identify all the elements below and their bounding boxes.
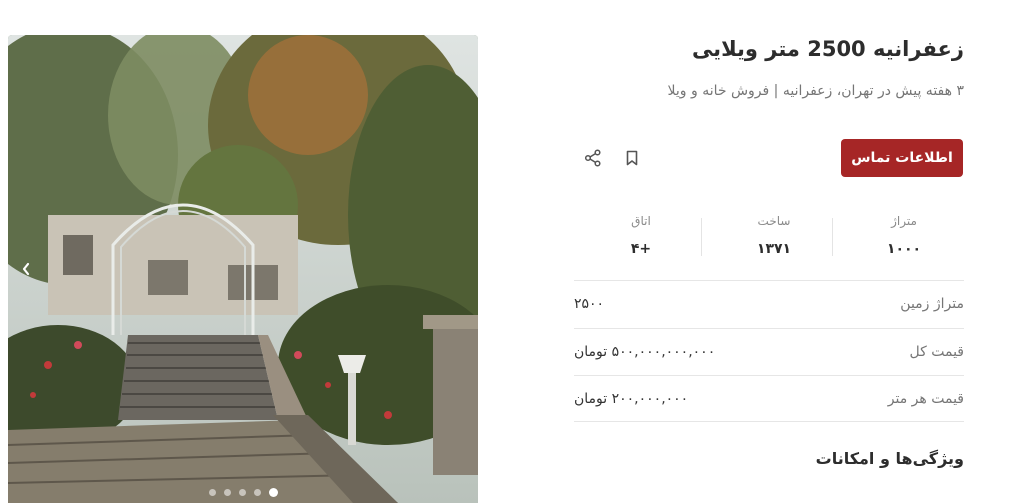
listing-stats: متراژ ۱۰۰۰ ساخت ۱۳۷۱ اتاق +۴ bbox=[574, 212, 964, 262]
contact-info-button[interactable]: اطلاعات تماس bbox=[841, 139, 963, 177]
detail-value: ۲۰۰,۰۰۰,۰۰۰ تومان bbox=[574, 390, 689, 407]
photo-gallery[interactable] bbox=[8, 35, 478, 503]
listing-page: زعفرانیه 2500 متر ویلایی ۳ هفته پیش در ت… bbox=[0, 0, 1024, 503]
detail-label: متراژ زمین bbox=[900, 296, 964, 312]
listing-subtitle: ۳ هفته پیش در تهران، زعفرانیه | فروش خان… bbox=[667, 83, 964, 99]
gallery-dot[interactable] bbox=[253, 489, 261, 496]
stat-label: اتاق bbox=[631, 214, 651, 228]
garden-stairs-photo bbox=[8, 35, 478, 503]
stat-divider bbox=[701, 218, 702, 256]
detail-label: قیمت کل bbox=[909, 344, 964, 360]
listing-title: زعفرانیه 2500 متر ویلایی bbox=[691, 37, 964, 61]
share-icon bbox=[584, 149, 601, 167]
stat-label: ساخت bbox=[757, 214, 791, 228]
detail-value: ۵۰۰,۰۰۰,۰۰۰,۰۰۰ تومان bbox=[574, 344, 716, 360]
bookmark-icon bbox=[626, 150, 638, 166]
features-section-title: ویژگی‌ها و امکانات bbox=[815, 449, 964, 468]
share-button[interactable] bbox=[582, 147, 604, 169]
gallery-prev-button[interactable] bbox=[16, 257, 36, 281]
chevron-left-icon bbox=[22, 262, 30, 276]
detail-value: ۲۵۰۰ bbox=[574, 296, 605, 312]
detail-row-land-area: متراژ زمین ۲۵۰۰ bbox=[574, 280, 964, 327]
gallery-dot-active[interactable] bbox=[268, 488, 278, 497]
gallery-dots bbox=[8, 488, 478, 497]
gallery-dot[interactable] bbox=[208, 489, 216, 496]
stat-area: متراژ ۱۰۰۰ bbox=[844, 212, 964, 258]
detail-row-price-per-meter: قیمت هر متر ۲۰۰,۰۰۰,۰۰۰ تومان bbox=[574, 375, 964, 422]
stat-built-year: ساخت ۱۳۷۱ bbox=[714, 212, 834, 258]
gallery-dot[interactable] bbox=[238, 489, 246, 496]
stat-value: +۴ bbox=[630, 241, 652, 257]
detail-label: قیمت هر متر bbox=[887, 390, 964, 407]
gallery-dot[interactable] bbox=[223, 489, 231, 496]
detail-row-total-price: قیمت کل ۵۰۰,۰۰۰,۰۰۰,۰۰۰ تومان bbox=[574, 328, 964, 375]
stat-label: متراژ bbox=[891, 214, 917, 228]
bookmark-button[interactable] bbox=[621, 147, 643, 169]
stat-rooms: اتاق +۴ bbox=[581, 212, 701, 258]
stat-value: ۱۰۰۰ bbox=[886, 241, 922, 257]
stat-value: ۱۳۷۱ bbox=[756, 241, 792, 257]
